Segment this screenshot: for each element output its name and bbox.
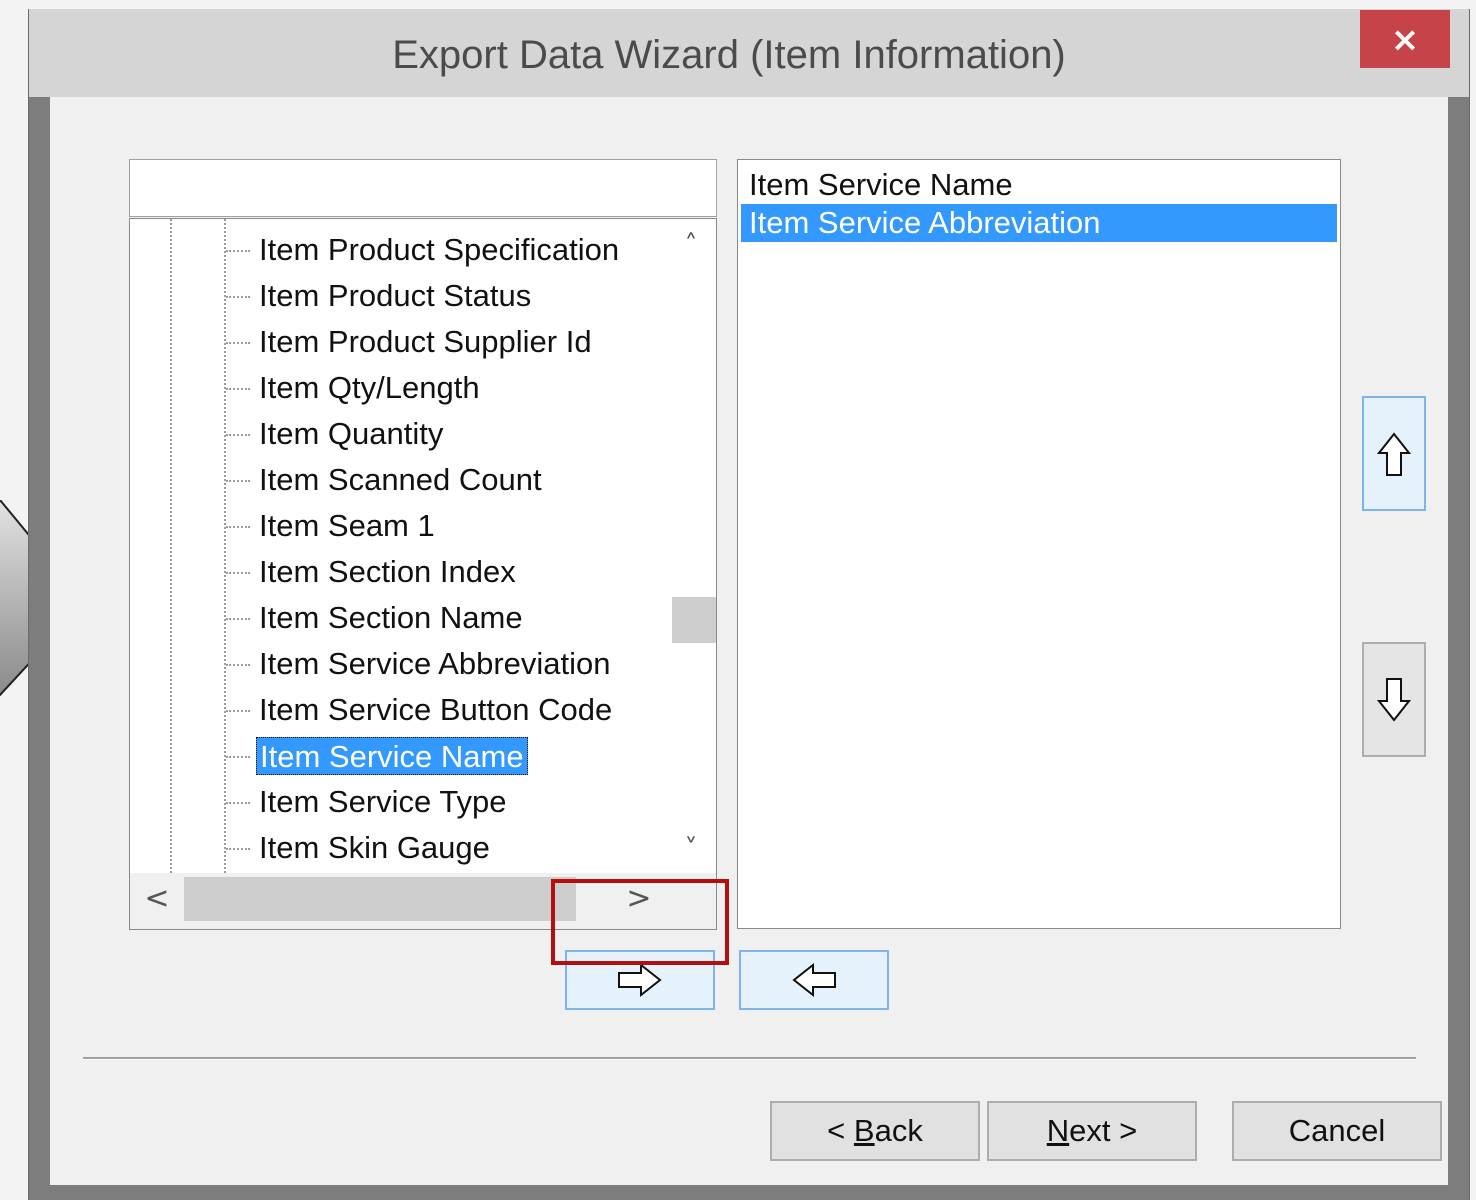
tree-item[interactable]: Item Scanned Count xyxy=(130,457,666,503)
tree-item-label: Item Qty/Length xyxy=(259,370,480,405)
tree-connector-line xyxy=(226,848,250,850)
tree-connector-line xyxy=(226,388,250,390)
cancel-button[interactable]: Cancel xyxy=(1232,1101,1442,1161)
list-item[interactable]: Item Service Abbreviation xyxy=(741,204,1337,242)
arrow-up-icon xyxy=(1377,431,1411,476)
tree-horizontal-scrollbar[interactable]: < > xyxy=(130,873,716,929)
next-button[interactable]: Next > xyxy=(987,1101,1197,1161)
tree-connector-line xyxy=(226,572,250,574)
scroll-up-icon[interactable]: ˄ xyxy=(666,225,716,265)
field-search-input[interactable] xyxy=(129,159,717,217)
tree-item[interactable]: Item Product Supplier Id xyxy=(130,319,666,365)
scroll-down-icon[interactable]: ˅ xyxy=(666,829,716,869)
tree-connector-line xyxy=(226,756,250,758)
tree-item-label: Item Seam 1 xyxy=(259,508,435,543)
tree-item-label: Item Section Index xyxy=(259,554,516,589)
remove-field-button[interactable] xyxy=(739,950,889,1010)
tree-item[interactable]: Item Skin Gauge xyxy=(130,825,666,871)
title-bar: Export Data Wizard (Item Information) × xyxy=(29,9,1469,97)
tree-items: Item Product Specification Item Product S… xyxy=(130,227,666,871)
arrow-down-icon xyxy=(1377,677,1411,722)
tree-item[interactable]: Item Section Name xyxy=(130,595,666,641)
tree-item[interactable]: Item Service Abbreviation xyxy=(130,641,666,687)
scroll-left-icon[interactable]: < xyxy=(132,873,182,925)
tree-item[interactable]: Item Section Index xyxy=(130,549,666,595)
close-button[interactable]: × xyxy=(1360,10,1450,68)
close-icon: × xyxy=(1390,20,1420,60)
tree-connector-line xyxy=(226,802,250,804)
tree-item-label: Item Section Name xyxy=(259,600,523,635)
available-fields-tree[interactable]: Item Product Specification Item Product S… xyxy=(129,218,717,930)
tree-item-label: Item Service Type xyxy=(259,784,507,819)
tree-connector-line xyxy=(226,342,250,344)
tree-connector-line xyxy=(226,480,250,482)
tree-item[interactable]: Item Product Status xyxy=(130,273,666,319)
footer-separator xyxy=(83,1057,1416,1060)
back-prefix: < xyxy=(827,1113,854,1148)
scroll-right-icon[interactable]: > xyxy=(614,873,664,925)
next-rest: ext > xyxy=(1069,1113,1138,1148)
tree-item-label: Item Service Name xyxy=(256,737,528,775)
tree-item-label: Item Product Supplier Id xyxy=(259,324,592,359)
tree-item-label: Item Product Specification xyxy=(259,232,620,267)
tree-item[interactable]: Item Seam 1 xyxy=(130,503,666,549)
move-down-button[interactable] xyxy=(1362,642,1426,757)
export-wizard-window: Export Data Wizard (Item Information) × … xyxy=(28,9,1470,1200)
tree-item-label: Item Quantity xyxy=(259,416,444,451)
tree-item-label: Item Skin Gauge xyxy=(259,830,490,865)
tree-connector-line xyxy=(226,526,250,528)
arrow-left-icon xyxy=(792,963,836,997)
tree-item[interactable]: Item Service Button Code xyxy=(130,687,666,733)
tree-connector-line xyxy=(226,710,250,712)
tree-item-label: Item Service Abbreviation xyxy=(259,646,611,681)
tree-connector-line xyxy=(226,250,250,252)
tree-item-label: Item Service Button Code xyxy=(259,692,613,727)
tree-item[interactable]: Item Quantity xyxy=(130,411,666,457)
back-rest: ack xyxy=(874,1113,923,1148)
horizontal-scroll-thumb[interactable] xyxy=(184,877,576,921)
wizard-client-area: Item Product Specification Item Product S… xyxy=(50,97,1448,1185)
tree-item-label: Item Scanned Count xyxy=(259,462,542,497)
list-item[interactable]: Item Service Name xyxy=(741,166,1337,204)
add-field-button[interactable] xyxy=(565,950,715,1010)
tree-item-label: Item Product Status xyxy=(259,278,532,313)
move-up-button[interactable] xyxy=(1362,396,1426,511)
window-title: Export Data Wizard (Item Information) xyxy=(392,33,1066,77)
tree-connector-line xyxy=(226,618,250,620)
arrow-right-icon xyxy=(618,963,662,997)
tree-item[interactable]: Item Service Type xyxy=(130,779,666,825)
tree-connector-line xyxy=(226,296,250,298)
back-button[interactable]: < Back xyxy=(770,1101,980,1161)
tree-connector-line xyxy=(226,664,250,666)
selected-fields-list[interactable]: Item Service Name Item Service Abbreviati… xyxy=(737,159,1341,929)
tree-item[interactable]: Item Product Specification xyxy=(130,227,666,273)
tree-item[interactable]: Item Service Name xyxy=(130,733,666,779)
tree-item[interactable]: Item Qty/Length xyxy=(130,365,666,411)
vertical-scroll-thumb[interactable] xyxy=(672,597,716,643)
back-mnemonic: B xyxy=(853,1113,875,1148)
tree-connector-line xyxy=(226,434,250,436)
next-mnemonic: N xyxy=(1046,1113,1070,1148)
tree-vertical-scrollbar[interactable]: ˄ ˅ xyxy=(666,219,716,873)
